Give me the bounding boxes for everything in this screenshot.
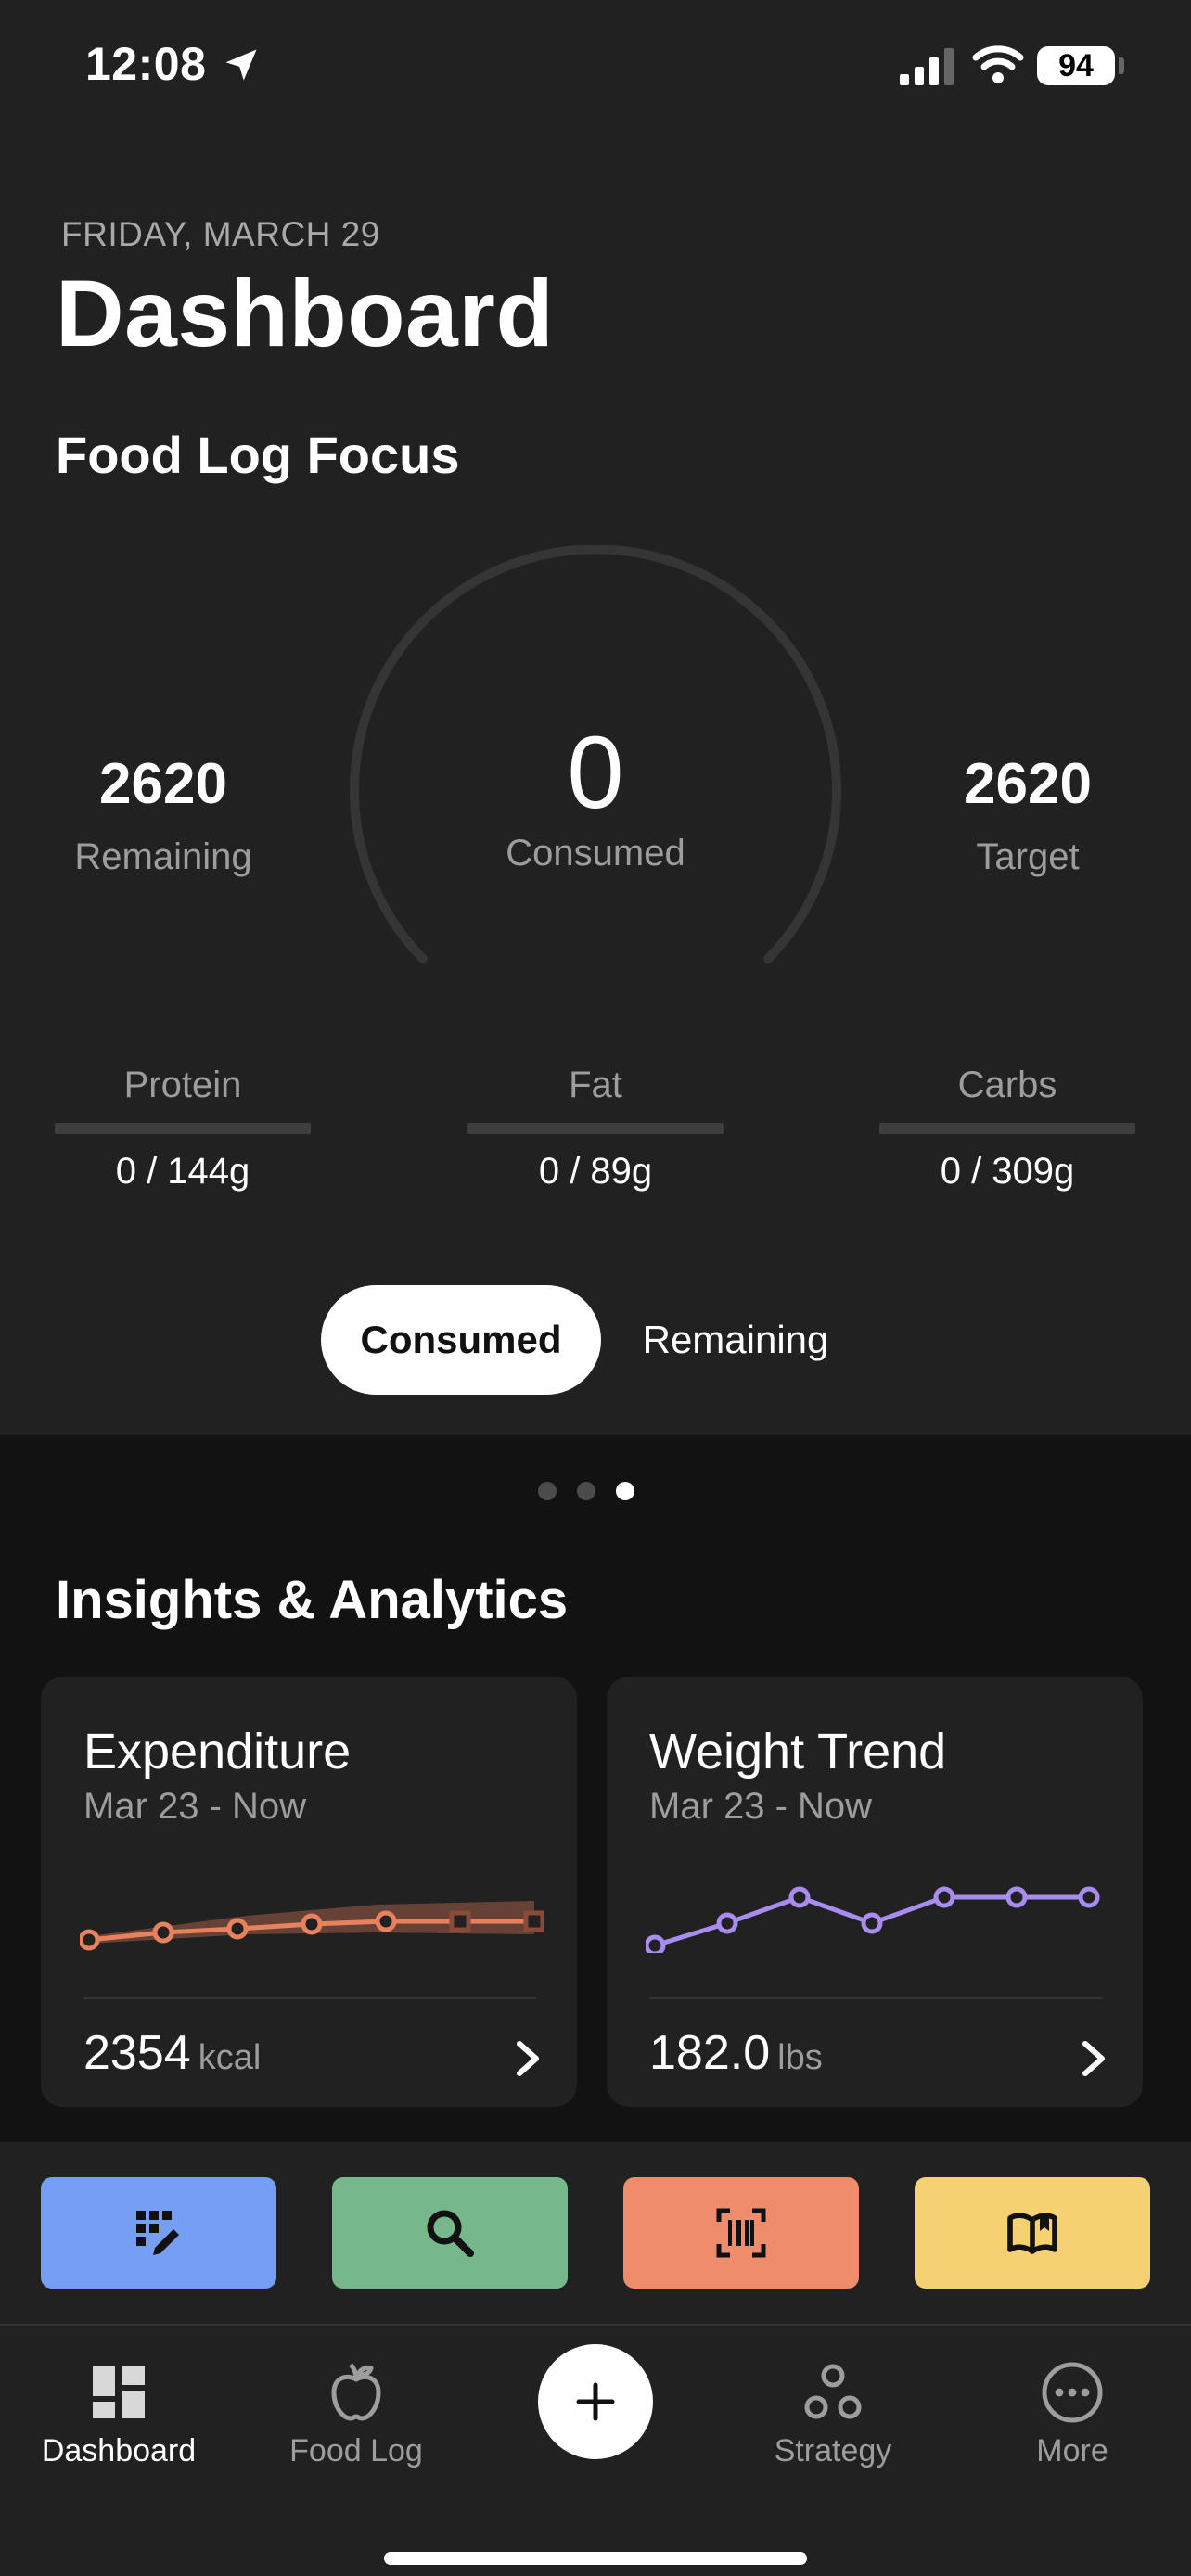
card-value: 2354 kcal (83, 2025, 261, 2081)
weight-sparkline (646, 1886, 1100, 1953)
consumed-value: 0 (567, 716, 624, 830)
quick-actions-bar (0, 2142, 1191, 2324)
toggle-remaining[interactable]: Remaining (601, 1285, 870, 1395)
toggle-consumed[interactable]: Consumed (321, 1285, 601, 1395)
page-dot-active[interactable] (616, 1482, 634, 1500)
chevron-right-icon (1082, 2041, 1105, 2076)
cellular-signal-icon (900, 48, 954, 85)
macro-progress-bar (55, 1123, 311, 1134)
macro-value: 0 / 309g (940, 1151, 1075, 1192)
tab-strategy[interactable]: Strategy (731, 2359, 935, 2469)
recipe-book-button[interactable] (915, 2177, 1150, 2289)
macro-carbs: Carbs 0 / 309g (879, 1065, 1135, 1192)
chevron-right-icon (517, 2041, 539, 2076)
more-icon (1042, 2362, 1103, 2423)
status-bar: 12:08 94 (0, 0, 1191, 139)
value-unit: kcal (198, 2038, 262, 2077)
consumed-label: Consumed (506, 833, 685, 874)
expenditure-card[interactable]: Expenditure Mar 23 - Now 2354 kcal (41, 1677, 577, 2107)
card-divider (83, 1997, 536, 1999)
home-indicator[interactable] (384, 2552, 807, 2565)
strategy-icon (804, 2364, 862, 2419)
wifi-icon (972, 45, 1024, 83)
quick-add-button[interactable] (41, 2177, 276, 2289)
card-title: Weight Trend (649, 1724, 947, 1779)
dashboard-icon (93, 2366, 145, 2418)
insights-title: Insights & Analytics (56, 1570, 569, 1630)
tab-label: More (1036, 2433, 1108, 2468)
recipe-book-icon (1007, 2213, 1057, 2254)
battery-indicator: 94 (1037, 46, 1115, 85)
add-entry-button[interactable] (538, 2344, 653, 2459)
quick-add-grid-icon (136, 2211, 179, 2255)
weight-trend-card[interactable]: Weight Trend Mar 23 - Now 182.0 lbs (607, 1677, 1143, 2107)
tab-label: Dashboard (41, 2433, 197, 2468)
macro-label: Carbs (957, 1065, 1057, 1105)
tab-dashboard[interactable]: Dashboard (17, 2359, 221, 2469)
macro-label: Protein (123, 1065, 242, 1105)
page-title: Dashboard (56, 261, 555, 366)
value-number: 2354 (83, 2026, 191, 2080)
macro-progress-bar (879, 1123, 1135, 1134)
card-date-range: Mar 23 - Now (83, 1786, 307, 1827)
food-log-focus-panel: FRIDAY, MARCH 29 Dashboard Food Log Focu… (0, 0, 1191, 1435)
card-title: Expenditure (83, 1724, 352, 1779)
card-divider (649, 1997, 1102, 1999)
card-value: 182.0 lbs (649, 2025, 823, 2081)
plus-icon (576, 2382, 615, 2421)
value-number: 182.0 (649, 2026, 771, 2080)
tab-label: Food Log (289, 2433, 423, 2468)
tab-food-log[interactable]: Food Log (254, 2359, 458, 2469)
macro-value: 0 / 89g (538, 1151, 653, 1192)
target-label: Target (976, 836, 1080, 877)
value-unit: lbs (777, 2038, 823, 2077)
macro-value: 0 / 144g (115, 1151, 250, 1192)
food-log-focus-title: Food Log Focus (56, 426, 460, 484)
remaining-label: Remaining (74, 836, 252, 877)
expenditure-sparkline (80, 1901, 544, 1951)
consumed-remaining-toggle: Consumed Remaining (321, 1285, 877, 1395)
search-icon (427, 2210, 474, 2257)
battery-cap (1119, 57, 1124, 74)
date-label: FRIDAY, MARCH 29 (61, 215, 380, 253)
remaining-value: 2620 (99, 752, 227, 816)
status-time: 12:08 (85, 38, 207, 90)
page-dot[interactable] (577, 1482, 596, 1500)
barcode-scan-icon (716, 2208, 766, 2258)
tab-more[interactable]: More (970, 2359, 1174, 2469)
target-value: 2620 (964, 752, 1092, 816)
food-search-button[interactable] (332, 2177, 568, 2289)
card-date-range: Mar 23 - Now (649, 1786, 873, 1827)
macro-progress-bar (467, 1123, 724, 1134)
tab-label: Strategy (774, 2433, 892, 2468)
apple-icon (331, 2363, 381, 2421)
macro-protein: Protein 0 / 144g (55, 1065, 311, 1192)
page-dot[interactable] (538, 1482, 557, 1500)
location-arrow-icon (225, 49, 257, 81)
barcode-scan-button[interactable] (623, 2177, 859, 2289)
macro-fat: Fat 0 / 89g (467, 1065, 724, 1192)
tab-bar: Dashboard Food Log Strategy More (0, 2324, 1191, 2576)
macro-label: Fat (569, 1065, 622, 1105)
page-indicator[interactable] (538, 1482, 634, 1500)
